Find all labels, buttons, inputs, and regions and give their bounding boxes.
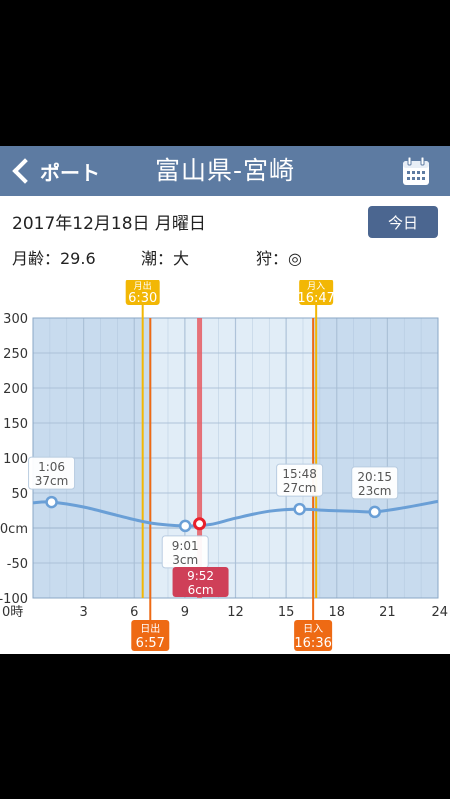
sunset-label: 日入: [303, 624, 323, 635]
x-tick-label: 12: [227, 605, 244, 620]
y-tick-label: 300: [3, 312, 28, 327]
tide-type-label: 潮：大: [141, 249, 190, 268]
moonrise-time: 6:30: [128, 291, 157, 306]
tide-chart[interactable]: 300250200150100500cm-50-100 0時 3 6 9 12 15 18 2…: [0, 280, 450, 654]
app-screen: ポート 富山県-宮崎 2017年12月18日 月曜日 今日 月齢：29.6 潮：…: [0, 146, 450, 654]
tide-time-label: 20:15: [357, 470, 392, 484]
tide-height-label: 3cm: [172, 553, 198, 567]
moonset-time: 16:47: [297, 291, 334, 306]
page-title: 富山県-宮崎: [154, 156, 296, 185]
y-tick-label: 0cm: [0, 522, 28, 537]
tide-time-label: 9:01: [172, 539, 199, 553]
x-axis-ticks: 0時 3 6 9 12 15 18 21 24: [2, 605, 448, 620]
tide-point[interactable]: [45, 495, 58, 509]
fishing-rating-label: 狩：◎: [256, 249, 302, 268]
y-tick-label: 200: [3, 382, 28, 397]
navigation-bar: ポート 富山県-宮崎: [0, 146, 450, 196]
tide-time-label: 15:48: [282, 467, 317, 481]
sunrise-label: 日出: [140, 622, 160, 635]
x-tick-label: 3: [79, 605, 87, 620]
y-tick-label: 250: [3, 347, 28, 362]
x-tick-label: 6: [130, 605, 138, 620]
tide-point[interactable]: [368, 505, 381, 519]
x-tick-label: 24: [431, 605, 448, 620]
tide-point[interactable]: [293, 502, 306, 516]
current-time-label: 9:52: [187, 569, 214, 583]
tide-time-label: 1:06: [38, 460, 65, 474]
calendar-icon[interactable]: [402, 156, 430, 186]
x-tick-label: 0時: [2, 605, 23, 620]
x-tick-label: 9: [181, 605, 189, 620]
current-height-label: 6cm: [188, 583, 214, 597]
y-tick-label: 50: [11, 487, 28, 502]
y-tick-label: 100: [3, 452, 28, 467]
tide-point[interactable]: [178, 519, 192, 533]
x-tick-label: 15: [278, 605, 295, 620]
x-tick-label: 18: [328, 605, 345, 620]
y-axis-ticks: 300250200150100500cm-50-100: [0, 312, 28, 607]
moon-age-label: 月齢：29.6: [12, 249, 96, 268]
date-label: 2017年12月18日 月曜日: [12, 214, 206, 234]
tide-height-label: 27cm: [283, 481, 317, 495]
y-tick-label: 150: [3, 417, 28, 432]
tide-height-label: 37cm: [35, 474, 69, 488]
sunset-time: 16:36: [294, 636, 331, 651]
x-tick-label: 21: [379, 605, 396, 620]
tide-height-label: 23cm: [358, 484, 392, 498]
y-tick-label: -50: [7, 557, 28, 572]
today-button[interactable]: 今日: [368, 206, 438, 238]
sunrise-time: 6:57: [136, 636, 165, 651]
current-tide-point: [193, 517, 207, 531]
